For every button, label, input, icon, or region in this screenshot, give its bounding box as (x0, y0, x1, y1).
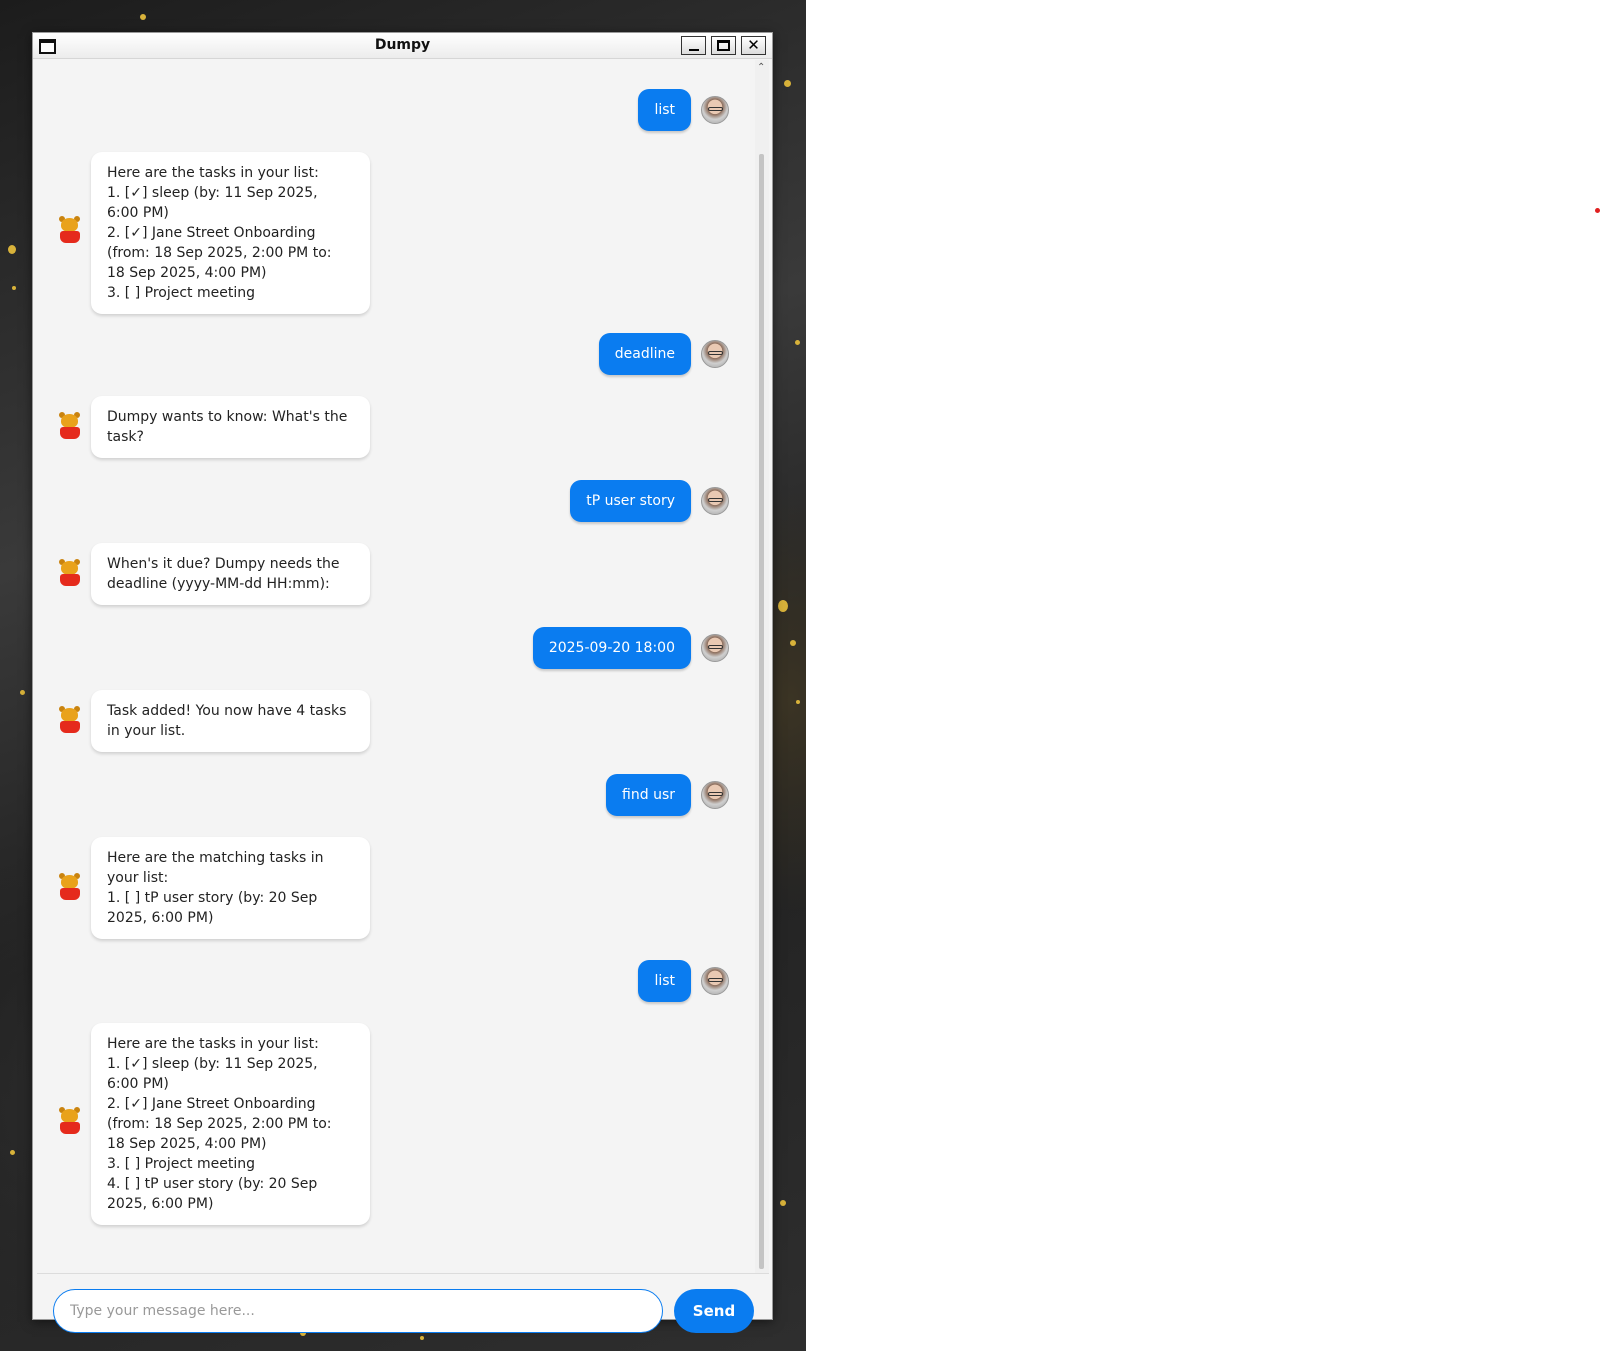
title-bar[interactable]: Dumpy ✕ (33, 33, 772, 59)
message-row: 2025-09-20 18:00 (37, 627, 752, 669)
close-button[interactable]: ✕ (741, 36, 766, 55)
user-message-bubble: deadline (598, 333, 691, 375)
bot-message-bubble: Here are the tasks in your list: 1. [✓] … (91, 152, 370, 314)
user-message-bubble: tP user story (570, 480, 691, 522)
user-avatar (701, 967, 729, 995)
user-avatar (701, 340, 729, 368)
maximize-button[interactable] (711, 36, 736, 55)
bot-avatar (57, 412, 83, 440)
user-avatar (701, 96, 729, 124)
user-avatar (701, 634, 729, 662)
message-row: list (37, 960, 752, 1002)
bot-avatar (57, 559, 83, 587)
minimize-icon (689, 49, 699, 51)
app-window: Dumpy ✕ list Here are the tasks in your … (32, 32, 773, 1333)
user-avatar (701, 487, 729, 515)
message-row: tP user story (37, 480, 752, 522)
message-row: Here are the tasks in your list: 1. [✓] … (37, 152, 752, 314)
maximize-icon (717, 40, 730, 51)
bot-avatar (57, 706, 83, 734)
input-bar: Send (37, 1273, 769, 1333)
send-button[interactable]: Send (674, 1289, 754, 1333)
close-icon: ✕ (747, 36, 760, 54)
message-row: When's it due? Dumpy needs the deadline … (37, 543, 752, 606)
user-message-bubble: find usr (606, 774, 691, 816)
scroll-up-icon[interactable]: ⌃ (757, 62, 765, 73)
bot-message-bubble: Here are the tasks in your list: 1. [✓] … (91, 1023, 370, 1225)
message-row: Dumpy wants to know: What's the task? (37, 396, 752, 459)
bot-avatar (57, 873, 83, 901)
empty-area (806, 0, 1603, 1351)
bot-avatar (57, 1107, 83, 1135)
user-avatar (701, 781, 729, 809)
message-row: list (37, 89, 752, 131)
message-input[interactable] (53, 1289, 663, 1333)
bot-message-bubble: Here are the matching tasks in your list… (91, 837, 370, 939)
vertical-scrollbar[interactable]: ⌃ (755, 60, 769, 1273)
message-row: Here are the matching tasks in your list… (37, 837, 752, 939)
user-message-bubble: 2025-09-20 18:00 (532, 627, 691, 669)
user-message-bubble: list (638, 960, 691, 1002)
bot-message-bubble: Task added! You now have 4 tasks in your… (91, 690, 370, 752)
bot-avatar (57, 216, 83, 244)
bot-message-bubble: Dumpy wants to know: What's the task? (91, 396, 370, 458)
scroll-thumb[interactable] (759, 154, 764, 1269)
chat-scroll-area[interactable]: list Here are the tasks in your list: 1.… (37, 60, 752, 1273)
bot-message-bubble: When's it due? Dumpy needs the deadline … (91, 543, 370, 605)
minimize-button[interactable] (681, 36, 706, 55)
message-row: Here are the tasks in your list: 1. [✓] … (37, 1023, 752, 1225)
window-title: Dumpy (374, 37, 431, 53)
message-row: Task added! You now have 4 tasks in your… (37, 690, 752, 753)
message-row: find usr (37, 774, 752, 816)
red-marker (1595, 208, 1600, 213)
message-row: deadline (37, 333, 752, 375)
user-message-bubble: list (638, 89, 691, 131)
